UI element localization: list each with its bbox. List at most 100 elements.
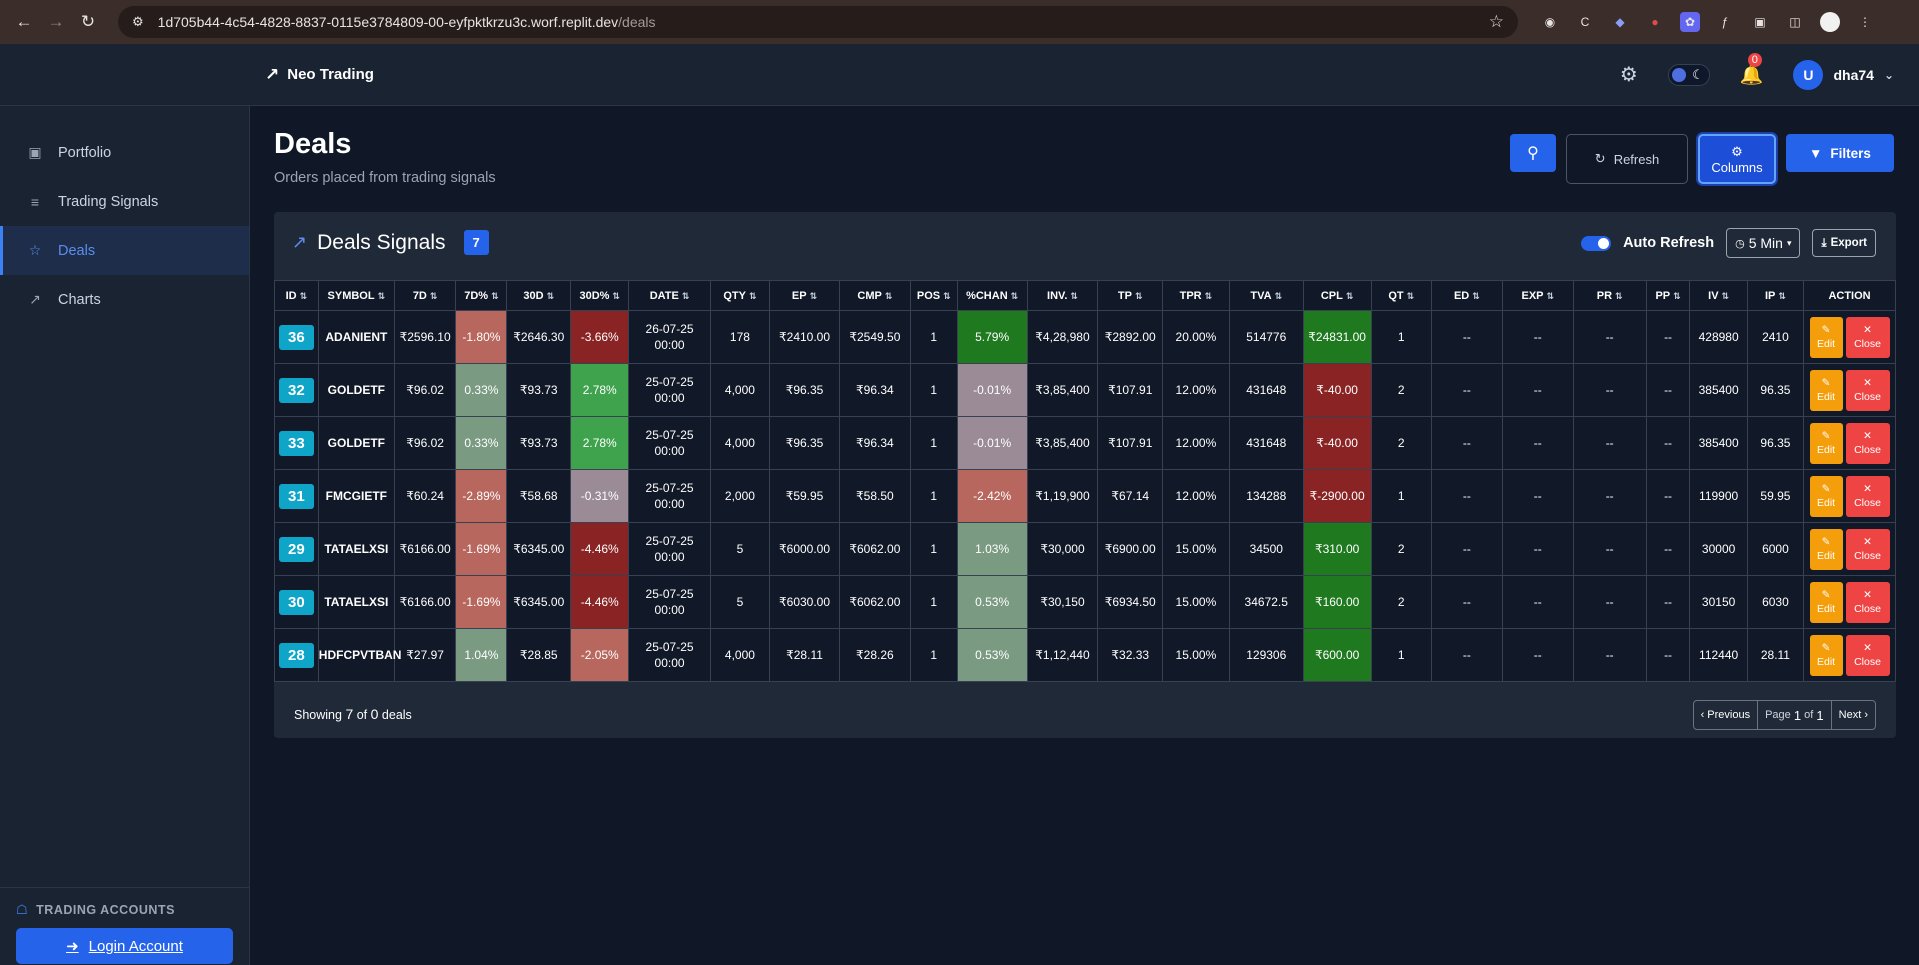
reload-icon[interactable]: ↻ <box>74 8 102 36</box>
column-header[interactable]: IP ⇅ <box>1746 280 1805 311</box>
sort-icon[interactable]: ⇅ <box>430 291 438 301</box>
column-header[interactable]: 30D% ⇅ <box>570 280 630 311</box>
column-header[interactable]: 30D ⇅ <box>506 280 572 311</box>
column-header[interactable]: TP ⇅ <box>1097 280 1164 311</box>
fx-extension-icon[interactable]: ƒ <box>1715 12 1735 32</box>
edit-button[interactable]: ✎ Edit <box>1809 634 1843 676</box>
window-extension-icon[interactable]: ▣ <box>1750 12 1770 32</box>
column-header[interactable]: QT ⇅ <box>1370 280 1432 311</box>
sort-icon[interactable]: ⇅ <box>885 291 893 301</box>
column-header[interactable]: POS ⇅ <box>909 280 958 311</box>
column-header[interactable]: 7D ⇅ <box>393 280 457 311</box>
pokeball-extension-icon[interactable]: ● <box>1645 12 1665 32</box>
next-page-button[interactable]: Next › <box>1832 701 1875 729</box>
browser-menu-icon[interactable]: ⋮ <box>1855 12 1875 32</box>
column-header[interactable]: ED ⇅ <box>1430 280 1503 311</box>
edit-button[interactable]: ✎ Edit <box>1809 316 1843 358</box>
columns-button[interactable]: ⚙ Columns <box>1698 134 1776 184</box>
close-button[interactable]: ✕ Close <box>1845 369 1890 411</box>
sort-icon[interactable]: ⇅ <box>547 291 555 301</box>
close-button[interactable]: ✕ Close <box>1845 528 1890 570</box>
column-header[interactable]: EXP ⇅ <box>1501 280 1574 311</box>
column-header[interactable]: %CHAN ⇅ <box>956 280 1028 311</box>
sort-icon[interactable]: ⇅ <box>810 291 818 301</box>
edit-button[interactable]: ✎ Edit <box>1809 581 1843 623</box>
column-header[interactable]: TVA ⇅ <box>1228 280 1304 311</box>
sort-icon[interactable]: ⇅ <box>1205 291 1213 301</box>
search-button[interactable]: ⚲ <box>1510 134 1556 172</box>
drop-extension-icon[interactable]: ◆ <box>1610 12 1630 32</box>
close-button[interactable]: ✕ Close <box>1845 422 1890 464</box>
sort-icon[interactable]: ⇅ <box>1778 291 1786 301</box>
refresh-interval-select[interactable]: ◷ 5 Min ▾ <box>1726 228 1801 258</box>
column-header[interactable]: PP ⇅ <box>1645 280 1691 311</box>
column-header[interactable]: QTY ⇅ <box>709 280 771 311</box>
column-header[interactable]: PR ⇅ <box>1572 280 1647 311</box>
sidebar-item-charts[interactable]: ↗ Charts <box>0 275 249 324</box>
forward-icon[interactable]: → <box>42 8 70 36</box>
address-bar[interactable]: ⚙ 1d705b44-4c54-4828-8837-0115e3784809-0… <box>118 6 1518 38</box>
brand[interactable]: ↗ Neo Trading <box>265 65 374 85</box>
sort-icon[interactable]: ⇅ <box>378 291 386 301</box>
sort-icon[interactable]: ⇅ <box>1135 291 1143 301</box>
browser-profile-avatar[interactable] <box>1820 12 1840 32</box>
sort-icon[interactable]: ⇅ <box>1472 291 1480 301</box>
close-button[interactable]: ✕ Close <box>1845 475 1890 517</box>
column-header[interactable]: CMP ⇅ <box>838 280 911 311</box>
edit-button[interactable]: ✎ Edit <box>1809 422 1843 464</box>
sort-icon[interactable]: ⇅ <box>1547 291 1555 301</box>
filters-button[interactable]: ▼ Filters <box>1786 134 1894 172</box>
sidebar-item-trading-signals[interactable]: ≡ Trading Signals <box>0 177 249 226</box>
close-button[interactable]: ✕ Close <box>1845 316 1890 358</box>
table-cell: 1 <box>1370 469 1432 523</box>
column-header[interactable]: SYMBOL ⇅ <box>317 280 395 311</box>
column-header[interactable]: INV. ⇅ <box>1026 280 1099 311</box>
column-header[interactable]: ACTION <box>1803 280 1896 311</box>
refresh-button[interactable]: ↻ Refresh <box>1566 134 1688 184</box>
c-extension-icon[interactable]: C <box>1575 12 1595 32</box>
table-cell: ₹30,000 <box>1026 522 1099 576</box>
close-button[interactable]: ✕ Close <box>1845 634 1890 676</box>
sort-icon[interactable]: ⇅ <box>1275 291 1283 301</box>
column-header[interactable]: 7D% ⇅ <box>455 280 508 311</box>
settings-gear-icon[interactable]: ⚙ <box>1620 62 1638 87</box>
sidebar-item-deals[interactable]: ☆ Deals <box>0 226 249 275</box>
sort-icon[interactable]: ⇅ <box>1722 291 1730 301</box>
column-header[interactable]: TPR ⇅ <box>1162 280 1230 311</box>
sort-icon[interactable]: ⇅ <box>1407 291 1415 301</box>
sidebar-item-portfolio[interactable]: ▣ Portfolio <box>0 128 249 177</box>
sort-icon[interactable]: ⇅ <box>682 291 690 301</box>
bookmark-star-icon[interactable]: ☆ <box>1489 12 1504 32</box>
column-header[interactable]: IV ⇅ <box>1689 280 1748 311</box>
site-info-icon[interactable]: ⚙ <box>132 14 144 30</box>
column-header[interactable]: ID ⇅ <box>274 280 319 311</box>
notification-bell-icon[interactable]: 🔔 0 <box>1740 52 1763 87</box>
edit-button[interactable]: ✎ Edit <box>1809 369 1843 411</box>
sort-icon[interactable]: ⇅ <box>612 291 620 301</box>
sort-icon[interactable]: ⇅ <box>943 291 951 301</box>
theme-toggle[interactable]: ☾ <box>1667 63 1710 86</box>
sort-icon[interactable]: ⇅ <box>1673 291 1681 301</box>
column-header[interactable]: EP ⇅ <box>769 280 840 311</box>
column-header[interactable]: CPL ⇅ <box>1302 280 1372 311</box>
sort-icon[interactable]: ⇅ <box>1615 291 1623 301</box>
gear-extension-icon[interactable]: ✿ <box>1680 12 1700 32</box>
sort-icon[interactable]: ⇅ <box>749 291 757 301</box>
sort-icon[interactable]: ⇅ <box>300 291 308 301</box>
sort-icon[interactable]: ⇅ <box>1346 291 1354 301</box>
auto-refresh-toggle[interactable] <box>1581 235 1612 251</box>
login-account-button[interactable]: ➜ Login Account <box>16 928 233 964</box>
close-button[interactable]: ✕ Close <box>1845 581 1890 623</box>
puzzle-extension-icon[interactable]: ◫ <box>1785 12 1805 32</box>
back-icon[interactable]: ← <box>10 8 38 36</box>
column-header[interactable]: DATE ⇅ <box>628 280 711 311</box>
export-button[interactable]: ⤓ Export <box>1812 229 1876 257</box>
edit-button[interactable]: ✎ Edit <box>1809 528 1843 570</box>
sort-icon[interactable]: ⇅ <box>1011 291 1019 301</box>
camera-extension-icon[interactable]: ◉ <box>1540 12 1560 32</box>
previous-page-button[interactable]: ‹ Previous <box>1694 701 1759 729</box>
user-menu[interactable]: U dha74 ⌄ <box>1793 59 1894 90</box>
edit-button[interactable]: ✎ Edit <box>1809 475 1843 517</box>
sort-icon[interactable]: ⇅ <box>491 291 499 301</box>
sort-icon[interactable]: ⇅ <box>1070 291 1078 301</box>
